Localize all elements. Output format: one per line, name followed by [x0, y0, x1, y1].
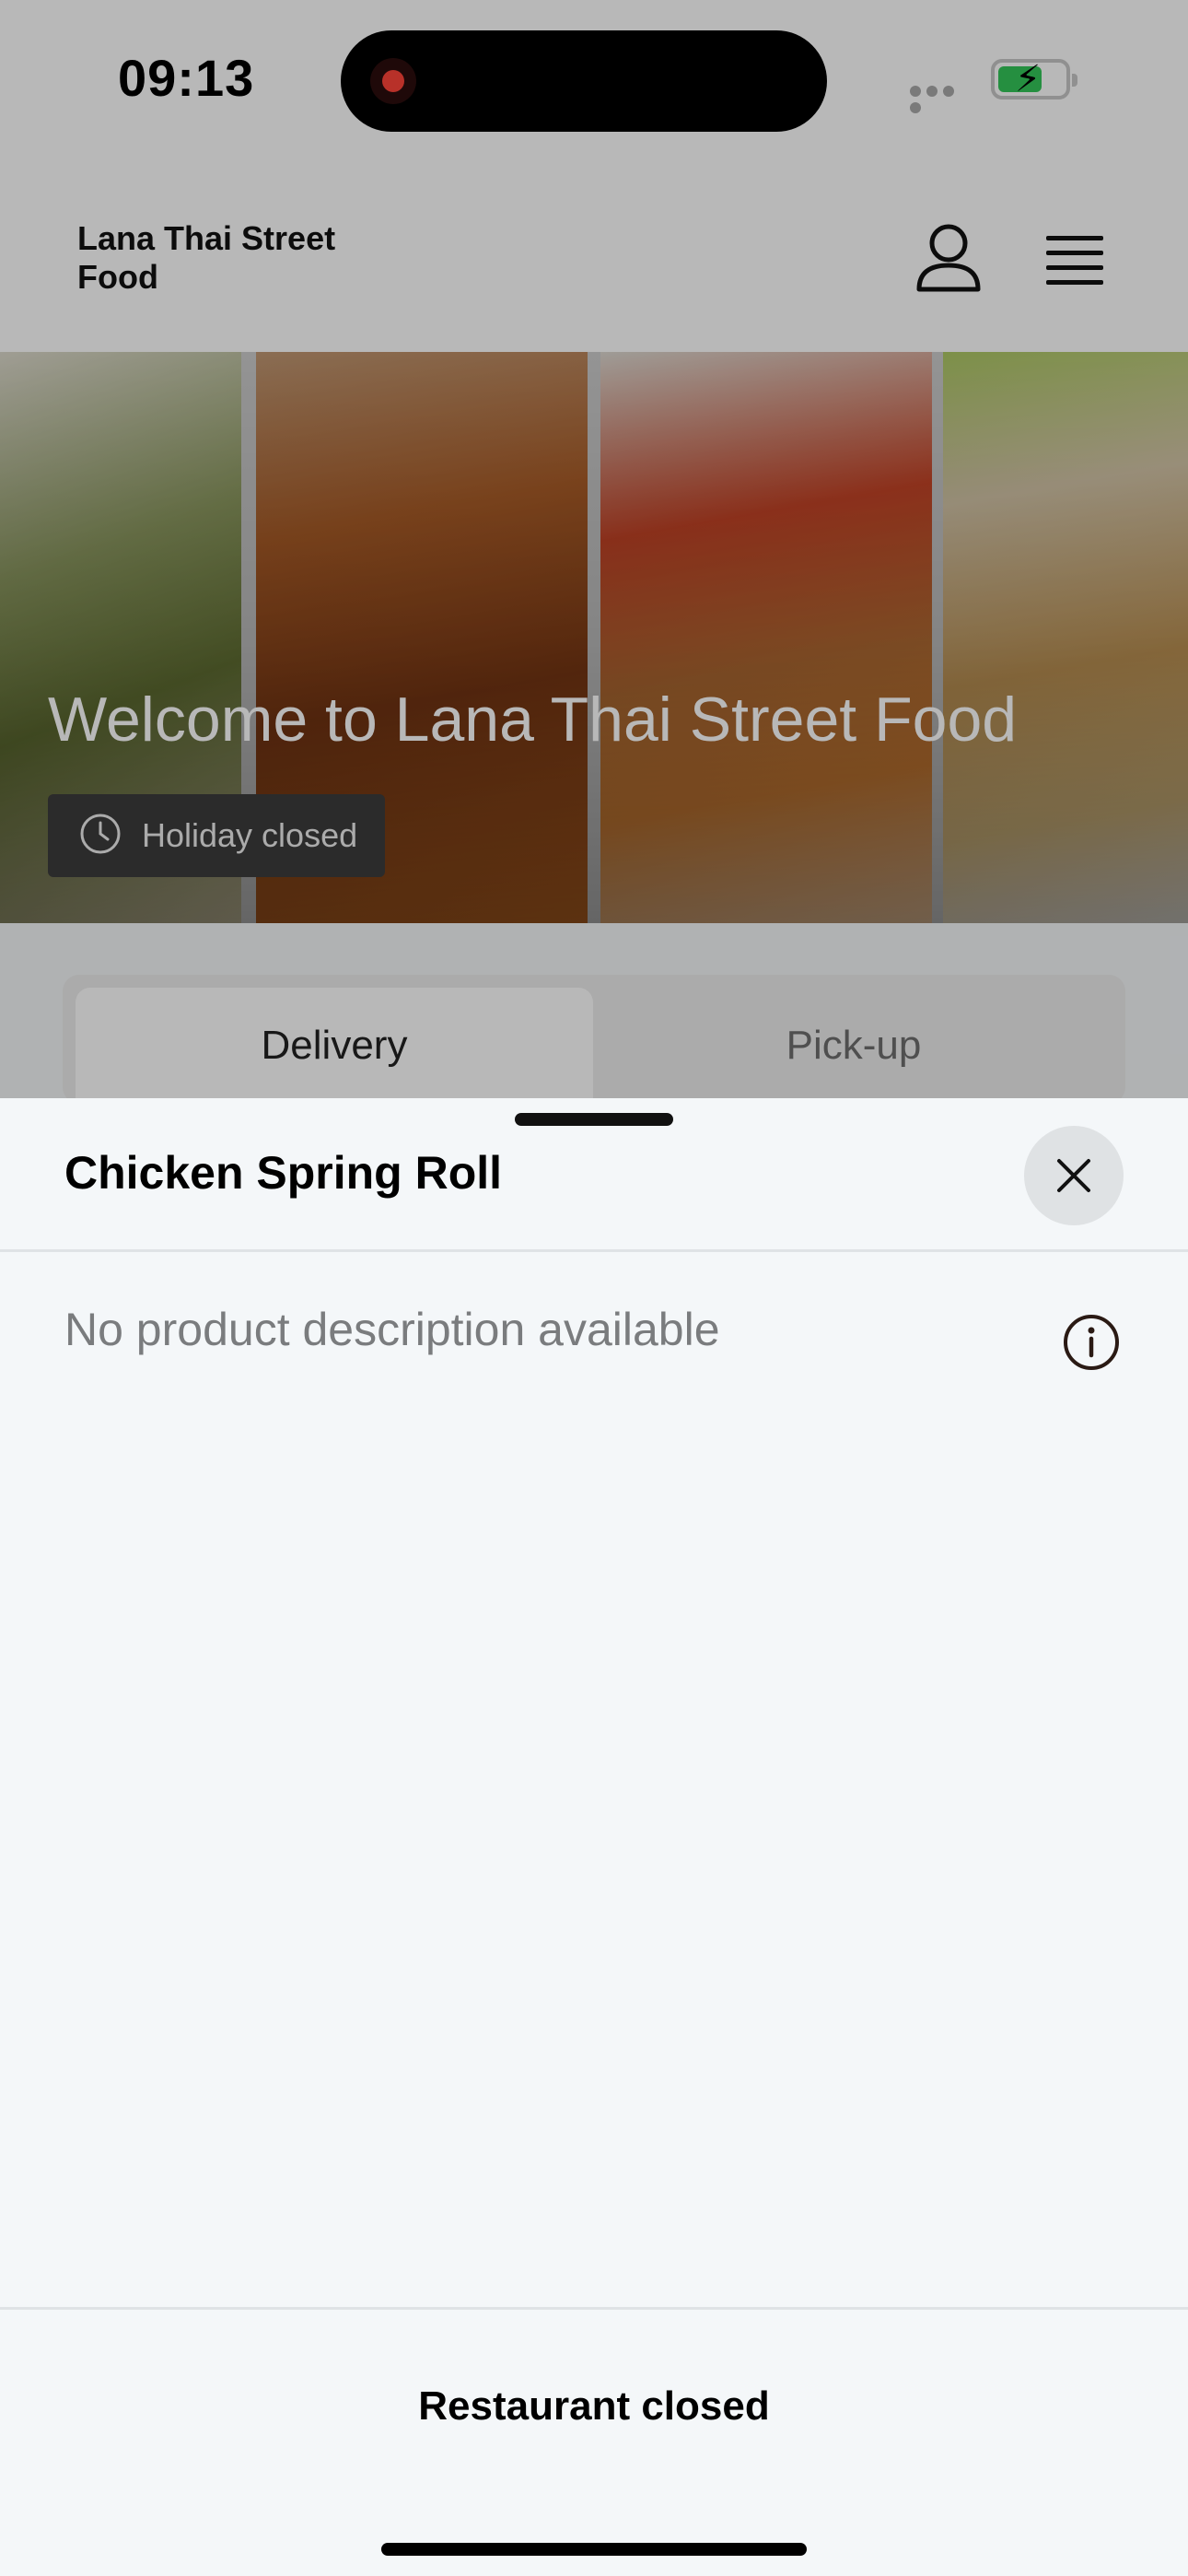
- restaurant-closed-status: Restaurant closed: [418, 2383, 770, 2429]
- info-icon[interactable]: [1061, 1312, 1122, 1373]
- sheet-grabber[interactable]: [515, 1113, 673, 1126]
- product-sheet: Chicken Spring Roll No product descripti…: [0, 1098, 1188, 2576]
- close-button[interactable]: [1024, 1126, 1124, 1225]
- divider: [0, 2307, 1188, 2310]
- divider: [0, 1249, 1188, 1252]
- product-description: No product description available: [64, 1304, 720, 1355]
- home-indicator: [381, 2543, 807, 2556]
- product-title: Chicken Spring Roll: [64, 1147, 503, 1199]
- close-icon: [1057, 1159, 1090, 1192]
- modal-backdrop[interactable]: [0, 0, 1188, 1098]
